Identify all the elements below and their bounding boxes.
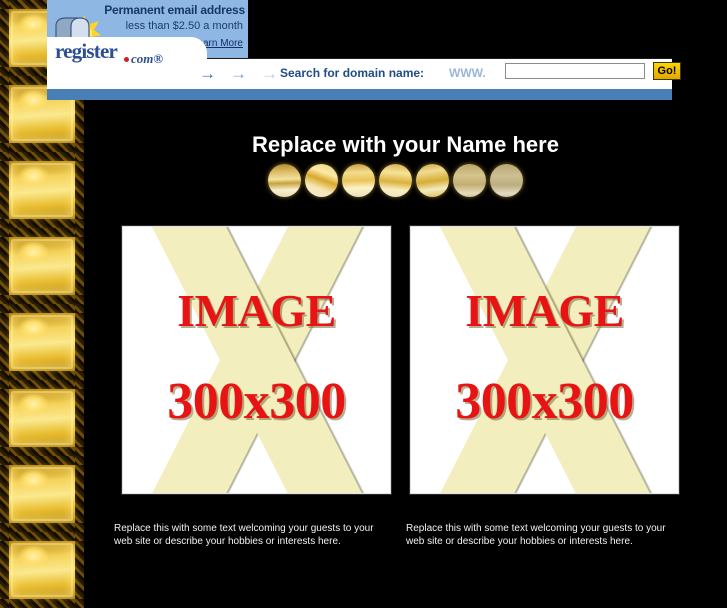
placeholder-label-image: IMAGE: [177, 285, 336, 336]
logo-red-dot: [124, 57, 129, 62]
placeholder-label-size: 300x300: [167, 373, 346, 430]
banner-blue-bar: [47, 89, 672, 100]
go-button[interactable]: Go!: [653, 62, 681, 80]
decorative-gold-frame-tile: [0, 304, 84, 380]
arrow-right-icon-2: →: [230, 64, 247, 83]
nav-bullet-4[interactable]: [379, 164, 412, 197]
decorative-gold-frame-tile: [0, 380, 84, 456]
decorative-gold-frame-tile: [0, 152, 84, 228]
image-placeholder-left[interactable]: IMAGE 300x300: [122, 226, 391, 494]
nav-bullet-7[interactable]: [490, 164, 523, 197]
x-mark-icon: [123, 227, 390, 493]
nav-bullet-5[interactable]: [416, 164, 449, 197]
caption-right: Replace this with some text welcoming yo…: [406, 523, 666, 547]
logo-register-text: register: [55, 39, 118, 63]
nav-bullet-2[interactable]: [305, 164, 338, 197]
logo-com-text: com®: [131, 51, 164, 66]
decorative-gold-frame-tile: [0, 456, 84, 532]
promo-subtitle: less than $2.50 a month: [125, 20, 243, 32]
search-label: Search for domain name:: [280, 66, 425, 80]
domain-search-strip: register com® → → → Search for domain na…: [47, 37, 681, 89]
register-com-logo[interactable]: register com®: [47, 37, 207, 87]
placeholder-label-image: IMAGE: [465, 285, 624, 336]
decorative-gold-frame-tile: [0, 228, 84, 304]
www-prefix-label: WWW.: [449, 66, 486, 80]
nav-bullet-6[interactable]: [453, 164, 486, 197]
decorative-gold-frame-tile: [0, 532, 84, 608]
image-placeholder-right[interactable]: IMAGE 300x300: [410, 226, 679, 494]
promo-title: Permanent email address: [104, 3, 245, 17]
register-com-ad-banner[interactable]: Permanent email address less than $2.50 …: [47, 0, 681, 100]
nav-bullet-3[interactable]: [342, 164, 375, 197]
placeholder-label-size: 300x300: [455, 373, 634, 430]
arrow-right-icon-1: →: [199, 64, 216, 83]
x-mark-icon: [411, 227, 678, 493]
nav-bullet-row: [268, 164, 523, 197]
nav-bullet-1[interactable]: [268, 164, 301, 197]
domain-search-input[interactable]: [505, 63, 645, 79]
caption-left: Replace this with some text welcoming yo…: [114, 523, 374, 547]
arrow-right-icon-3: →: [261, 64, 278, 83]
page-title: Replace with your Name here: [252, 131, 559, 157]
